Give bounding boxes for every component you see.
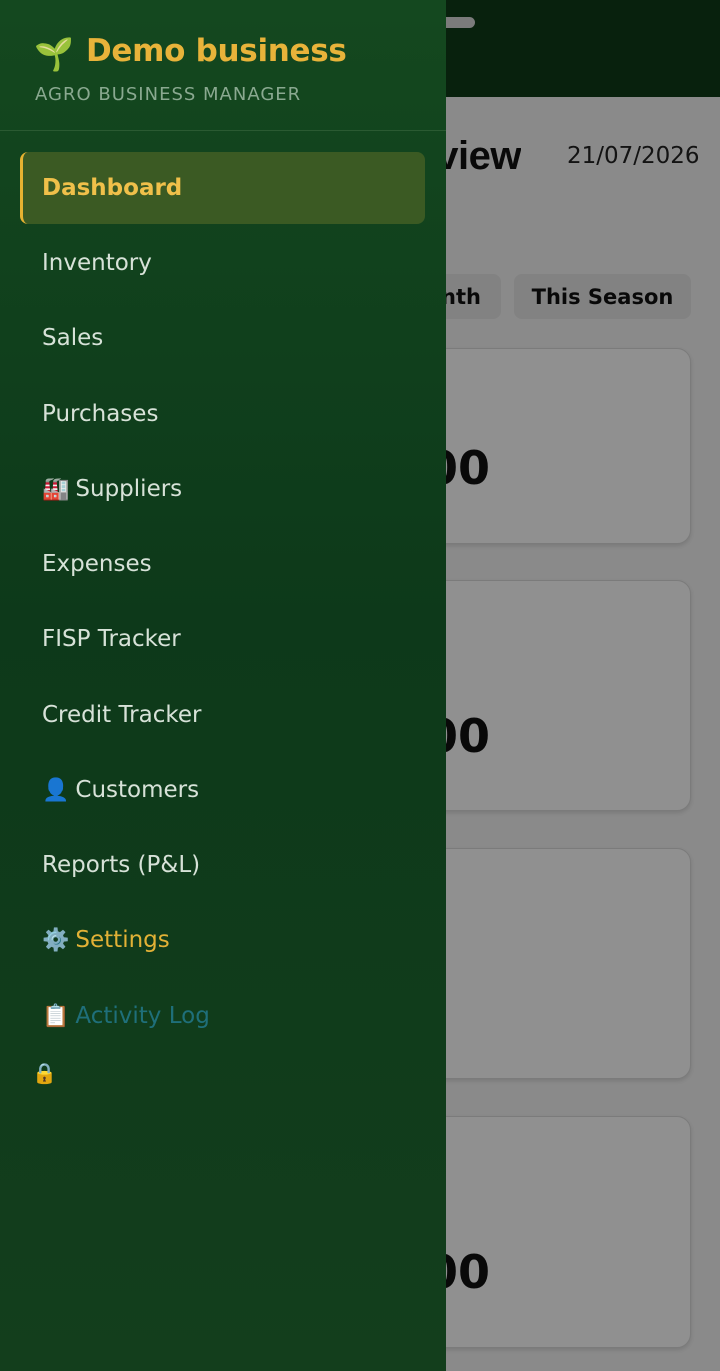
nav-item-settings[interactable]: ⚙️ Settings (20, 904, 425, 976)
drawer-header: 🌱 Demo business AGRO BUSINESS MANAGER (0, 0, 446, 131)
nav-item-activity-log[interactable]: 📋 Activity Log (20, 980, 425, 1052)
nav-item-fisp-tracker[interactable]: FISP Tracker (20, 603, 425, 675)
nav-item-label: Activity Log (75, 1003, 210, 1029)
nav-item-purchases[interactable]: Purchases (20, 378, 425, 450)
nav-item-reports[interactable]: Reports (P&L) (20, 829, 425, 901)
lock-icon[interactable]: 🔒 (32, 1061, 57, 1086)
nav-item-inventory[interactable]: Inventory (20, 227, 425, 299)
nav-item-label: FISP Tracker (42, 626, 181, 652)
gear-icon: ⚙️ (42, 927, 70, 953)
nav-item-label: Purchases (42, 401, 159, 427)
nav-item-suppliers[interactable]: 🏭 Suppliers (20, 453, 425, 525)
nav-item-label: Expenses (42, 551, 152, 577)
nav-item-sales[interactable]: Sales (20, 302, 425, 374)
nav-item-credit-tracker[interactable]: Credit Tracker (20, 679, 425, 751)
app-subtitle: AGRO BUSINESS MANAGER (35, 84, 302, 105)
nav-item-label: Dashboard (42, 175, 183, 201)
nav-item-label: Sales (42, 325, 104, 351)
nav-item-label: Credit Tracker (42, 702, 202, 728)
nav-item-dashboard[interactable]: Dashboard (20, 152, 425, 224)
nav-drawer: 🌱 Demo business AGRO BUSINESS MANAGER Da… (0, 0, 446, 1371)
nav-item-customers[interactable]: 👤 Customers (20, 754, 425, 826)
clipboard-icon: 📋 (42, 1003, 70, 1029)
nav-item-label: Reports (P&L) (42, 852, 201, 878)
user-icon: 👤 (42, 777, 70, 803)
nav-item-expenses[interactable]: Expenses (20, 528, 425, 600)
seedling-icon: 🌱 (34, 36, 74, 72)
factory-icon: 🏭 (42, 476, 70, 502)
business-name: Demo business (86, 33, 347, 69)
nav-item-label: Suppliers (75, 476, 183, 502)
nav-item-label: Settings (75, 927, 170, 953)
nav-item-label: Inventory (42, 250, 152, 276)
nav-item-label: Customers (75, 777, 200, 803)
